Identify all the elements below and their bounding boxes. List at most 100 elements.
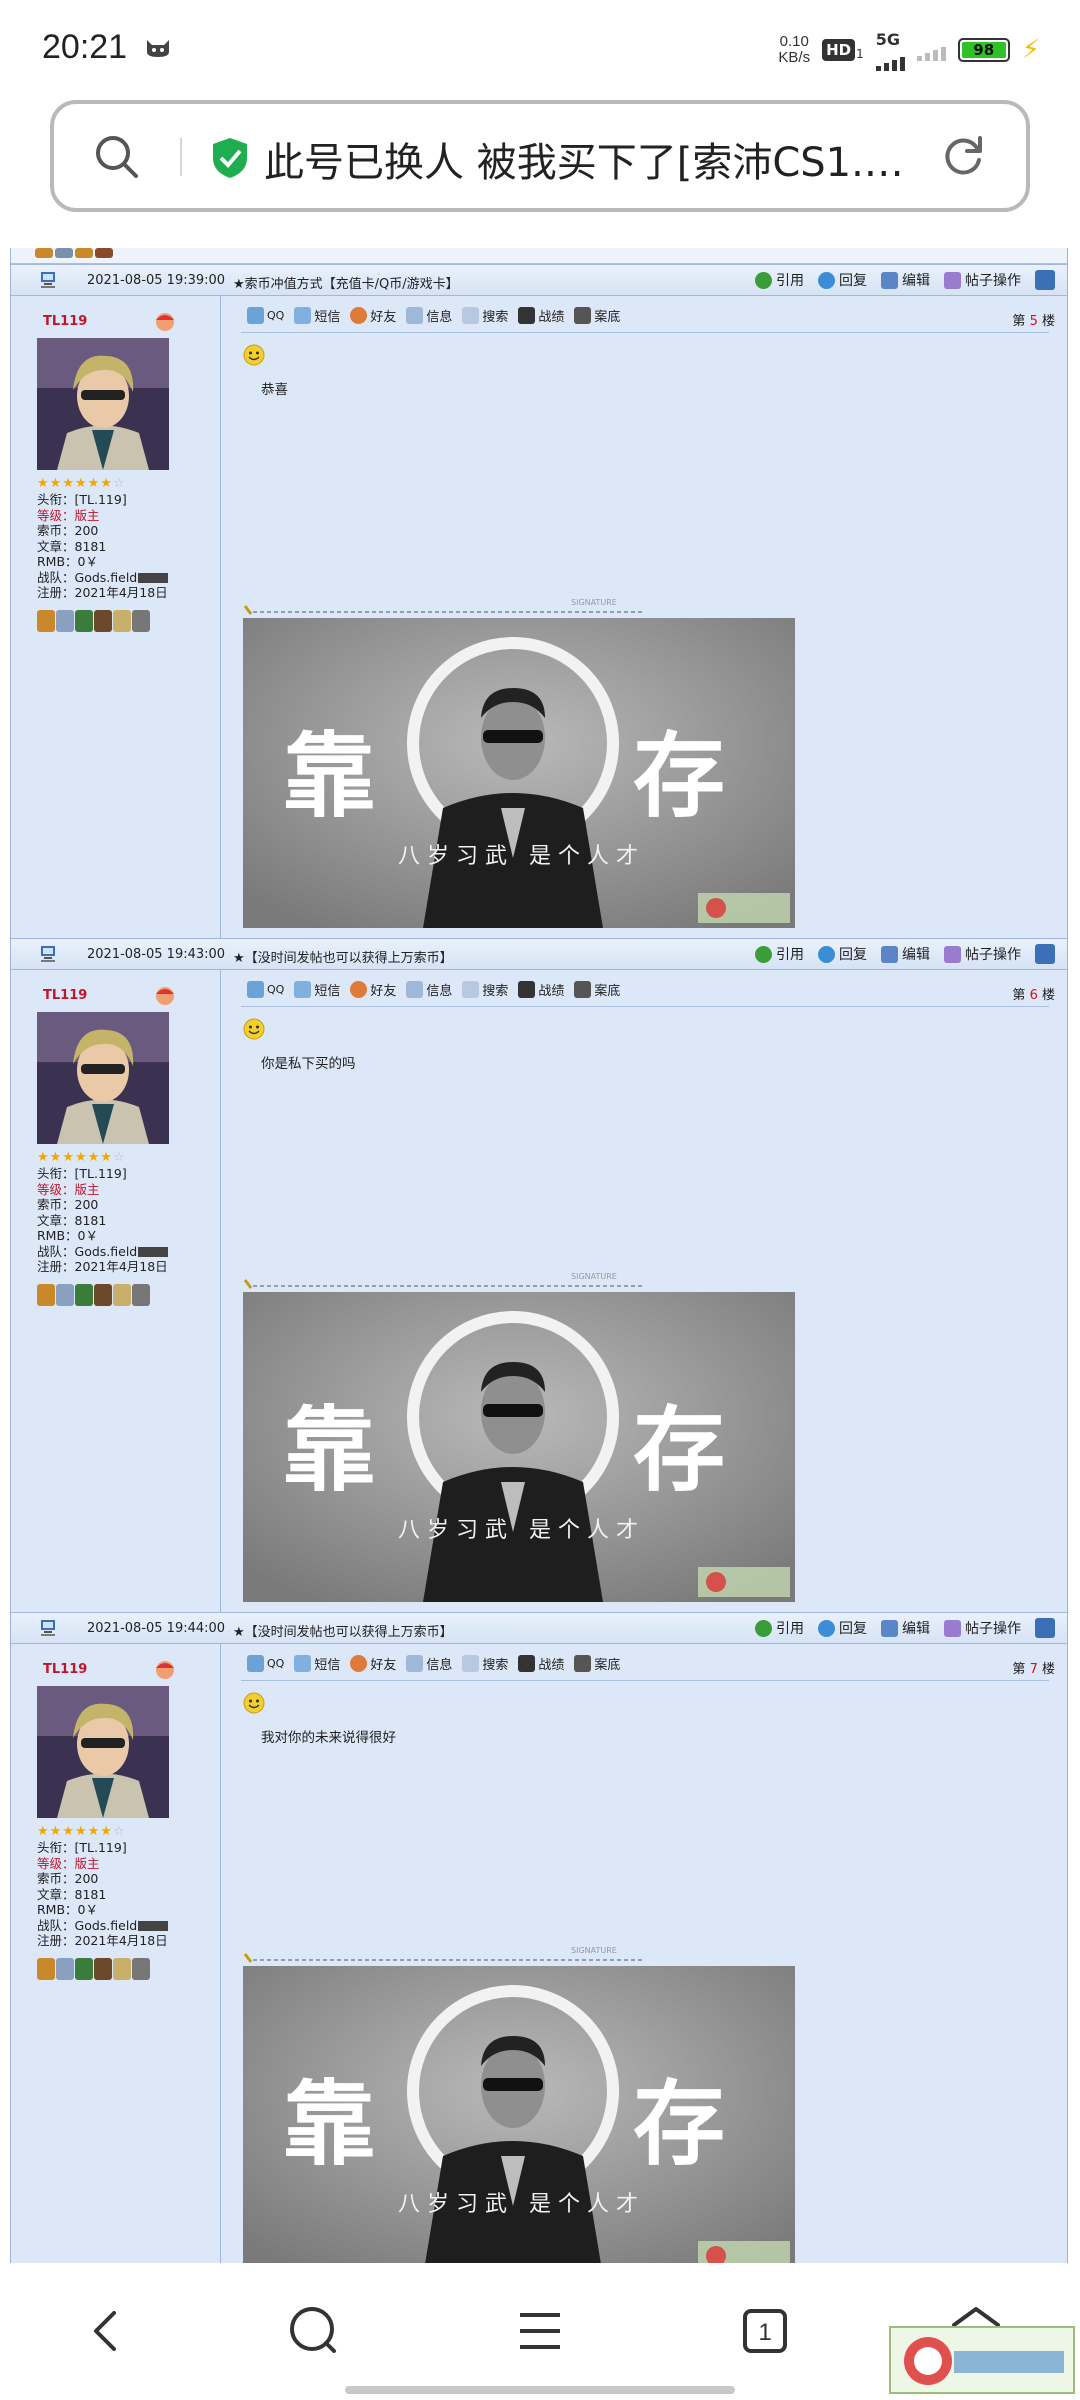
user-avatar[interactable]	[37, 338, 169, 470]
post-ops-icon	[944, 1619, 961, 1637]
svg-text:靠: 靠	[283, 1397, 375, 1504]
tabs-icon[interactable]: 1	[735, 2301, 795, 2361]
5g-icon: 5G	[875, 29, 900, 49]
quote-icon	[755, 945, 772, 963]
user-avatar[interactable]	[37, 1012, 169, 1144]
post-content: 我对你的未来说得很好	[261, 1730, 396, 1746]
friend-button[interactable]: 好友	[350, 1654, 396, 1673]
menu-icon[interactable]	[510, 2301, 570, 2361]
svg-text:靠: 靠	[283, 723, 375, 830]
post-ops-button[interactable]: 帖子操作	[944, 270, 1021, 290]
cat-app-icon	[147, 40, 169, 57]
sms-button[interactable]: 短信	[294, 1654, 340, 1673]
scroll-top-icon[interactable]	[1035, 944, 1055, 964]
username[interactable]: TL119	[43, 1662, 87, 1677]
qq-button[interactable]: QQ	[247, 307, 284, 324]
friend-button[interactable]: 好友	[350, 980, 396, 999]
username[interactable]: TL119	[43, 988, 87, 1003]
signature-image: 靠 存 八 岁 习 武 是 个 人 才	[243, 1966, 795, 2263]
search-user-button[interactable]: 搜索	[462, 1654, 508, 1673]
quote-button[interactable]: 引用	[755, 1618, 804, 1638]
user-medals	[37, 610, 150, 632]
user-rank-stars: ★ ★ ★ ★ ★ ★ ☆	[37, 1150, 125, 1165]
info-button[interactable]: 信息	[406, 980, 452, 999]
reload-icon[interactable]	[938, 130, 988, 180]
record-button[interactable]: 战绩	[518, 1654, 564, 1673]
post-ops-button[interactable]: 帖子操作	[944, 1618, 1021, 1638]
svg-text:存: 存	[633, 2071, 725, 2178]
post-content: 你是私下买的吗	[261, 1056, 356, 1072]
sms-button[interactable]: 短信	[294, 306, 340, 325]
medal-icon	[75, 610, 93, 632]
info-button[interactable]: 信息	[406, 306, 452, 325]
friend-icon	[350, 981, 368, 998]
medal-icon	[37, 1958, 55, 1980]
reply-button[interactable]: 回复	[818, 270, 867, 290]
edit-button[interactable]: 编辑	[881, 1618, 930, 1638]
post-body: QQ 短信 好友 信息 搜索 战绩 案底 第 6 楼 你是私下买的吗 SIGNA…	[221, 970, 1067, 1612]
username[interactable]: TL119	[43, 314, 87, 329]
floor-number: 第 6 楼	[1012, 988, 1055, 1003]
post-body: QQ 短信 好友 信息 搜索 战绩 案底 第 7 楼 我对你的未来说得很好 SI…	[221, 1644, 1067, 2263]
post-ad-link[interactable]: ★索币冲值方式【充值卡/Q币/游戏卡】	[233, 273, 459, 292]
previous-post-fragment	[11, 248, 1067, 264]
search-icon[interactable]	[92, 132, 142, 182]
monitor-icon	[574, 307, 592, 324]
search-doc-icon	[462, 307, 480, 324]
search-nav-icon[interactable]	[284, 2301, 344, 2361]
post-ad-link[interactable]: ★【没时间发帖也可以获得上万索币】	[233, 1621, 453, 1640]
info-button[interactable]: 信息	[406, 1654, 452, 1673]
medal-icon	[113, 1958, 131, 1980]
back-icon[interactable]	[76, 2301, 136, 2361]
user-avatar[interactable]	[37, 1686, 169, 1818]
edit-button[interactable]: 编辑	[881, 270, 930, 290]
qq-button[interactable]: QQ	[247, 981, 284, 998]
edit-icon	[881, 1619, 898, 1637]
url-text[interactable]: 此号已换人 被我买下了[索沛CS1.…	[264, 130, 964, 188]
post-header: 2021-08-05 19:43:00 ★【没时间发帖也可以获得上万索币】 引用…	[11, 938, 1067, 970]
info-icon	[406, 981, 424, 998]
record-bottom-button[interactable]: 案底	[574, 306, 620, 325]
soldier-icon	[518, 981, 536, 998]
address-bar[interactable]: 此号已换人 被我买下了[索沛CS1.…	[50, 100, 1030, 212]
record-bottom-button[interactable]: 案底	[574, 980, 620, 999]
qq-button[interactable]: QQ	[247, 1655, 284, 1672]
quote-button[interactable]: 引用	[755, 270, 804, 290]
reply-button[interactable]: 回复	[818, 1618, 867, 1638]
signature-label: SIGNATURE	[571, 598, 617, 607]
reply-icon	[818, 945, 835, 963]
qq-icon	[247, 1655, 264, 1672]
post-body: QQ 短信 好友 信息 搜索 战绩 案底 第 5 楼 恭喜 SIGNATURE	[221, 296, 1067, 938]
post-ops-icon	[944, 945, 961, 963]
friend-icon	[350, 1655, 368, 1672]
edit-button[interactable]: 编辑	[881, 944, 930, 964]
post-date: 2021-08-05 19:39:00	[87, 273, 226, 288]
record-button[interactable]: 战绩	[518, 306, 564, 325]
friend-button[interactable]: 好友	[350, 306, 396, 325]
status-time: 20:21	[42, 28, 128, 66]
computer-icon	[41, 1620, 55, 1636]
search-user-button[interactable]: 搜索	[462, 980, 508, 999]
search-user-button[interactable]: 搜索	[462, 306, 508, 325]
site-watermark-logo	[889, 2326, 1075, 2394]
reply-button[interactable]: 回复	[818, 944, 867, 964]
record-bottom-button[interactable]: 案底	[574, 1654, 620, 1673]
network-speed: 0.10 KB/s	[778, 33, 811, 66]
record-button[interactable]: 战绩	[518, 980, 564, 999]
sms-button[interactable]: 短信	[294, 980, 340, 999]
post-header: 2021-08-05 19:44:00 ★【没时间发帖也可以获得上万索币】 引用…	[11, 1612, 1067, 1644]
sms-icon	[294, 1655, 312, 1672]
medal-icon	[94, 1284, 112, 1306]
forum-post: 2021-08-05 19:39:00 ★索币冲值方式【充值卡/Q币/游戏卡】 …	[11, 264, 1067, 938]
post-content: 恭喜	[261, 382, 288, 398]
home-indicator[interactable]	[345, 2386, 735, 2394]
medal-icon	[94, 1958, 112, 1980]
post-ops-button[interactable]: 帖子操作	[944, 944, 1021, 964]
user-info: 头衔：[TL.119] 等级：版主 索币：200 文章：8181 RMB：0￥ …	[37, 492, 169, 600]
scroll-top-icon[interactable]	[1035, 1618, 1055, 1638]
scroll-top-icon[interactable]	[1035, 270, 1055, 290]
post-ad-link[interactable]: ★【没时间发帖也可以获得上万索币】	[233, 947, 453, 966]
signature-label: SIGNATURE	[571, 1272, 617, 1281]
quote-button[interactable]: 引用	[755, 944, 804, 964]
medal-icon	[56, 610, 74, 632]
